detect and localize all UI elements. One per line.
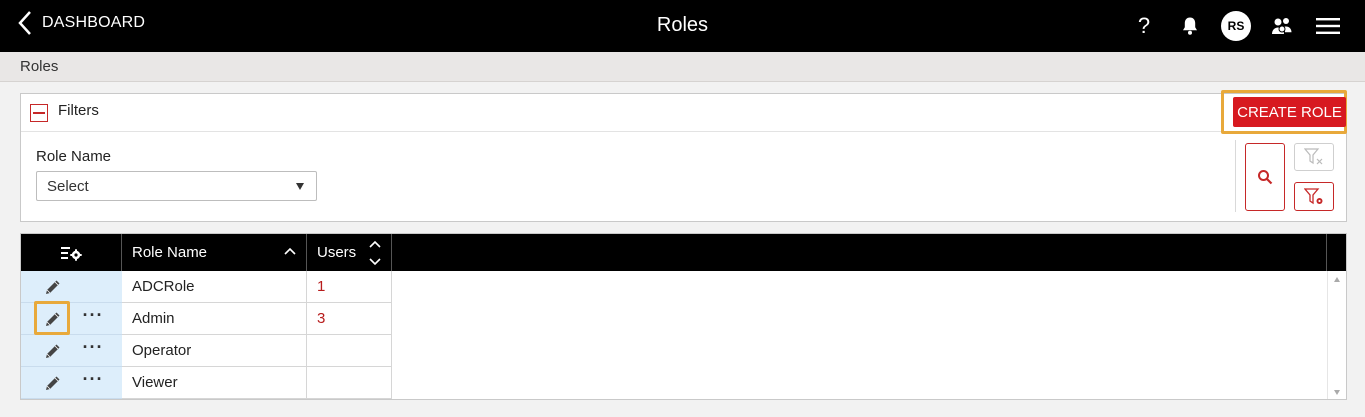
- hamburger-menu-icon: [1316, 18, 1340, 34]
- users-cell: 3: [307, 303, 392, 335]
- column-header-filler: [392, 234, 1327, 271]
- pencil-icon: [46, 312, 60, 326]
- role-name: ADCRole: [132, 278, 195, 295]
- search-button[interactable]: [1245, 143, 1285, 211]
- role-name: Operator: [132, 342, 192, 359]
- edit-button[interactable]: [42, 341, 64, 361]
- column-header-users[interactable]: Users: [307, 234, 392, 271]
- more-dots-icon[interactable]: ···: [81, 306, 105, 329]
- role-name-select-value: Select: [47, 178, 89, 195]
- edit-button[interactable]: [42, 373, 64, 393]
- scroll-up-icon[interactable]: [1334, 277, 1340, 282]
- users-count-link[interactable]: 1: [317, 278, 325, 295]
- help-icon: ?: [1137, 13, 1151, 38]
- column-settings-icon: [61, 247, 82, 261]
- user-groups-button[interactable]: [1259, 10, 1305, 42]
- scroll-down-icon[interactable]: [1334, 390, 1340, 395]
- role-name-cell: ADCRole: [122, 271, 307, 303]
- top-bar: DASHBOARD Roles ? RS: [0, 0, 1365, 52]
- edit-button[interactable]: [42, 309, 64, 329]
- table-row: ··· Operator: [21, 335, 392, 367]
- clear-filter-button[interactable]: [1294, 143, 1334, 171]
- avatar: RS: [1221, 11, 1251, 41]
- divider: [1235, 140, 1236, 212]
- users-count-link[interactable]: 3: [317, 310, 325, 327]
- breadcrumb-bar: Roles: [0, 52, 1365, 82]
- filter-clear-icon: [1304, 148, 1323, 165]
- pencil-icon: [46, 280, 60, 294]
- role-name-cell: Viewer: [122, 367, 307, 399]
- role-name-cell: Operator: [122, 335, 307, 367]
- more-dots-icon[interactable]: ···: [81, 370, 105, 393]
- table-row: ··· Admin 3: [21, 301, 392, 335]
- caret-down-icon: [296, 183, 304, 190]
- grid-header: Role Name Users: [21, 234, 1346, 271]
- role-name-filter-label: Role Name: [36, 148, 112, 165]
- filter-settings-button[interactable]: [1294, 182, 1334, 211]
- column-header-users-label: Users: [317, 244, 357, 261]
- chevron-left-icon: [18, 11, 31, 35]
- role-name: Viewer: [132, 374, 178, 391]
- sort-asc-icon: [284, 247, 296, 255]
- more-dots-icon[interactable]: ···: [81, 338, 105, 361]
- row-actions: ···: [21, 301, 122, 335]
- pencil-icon: [46, 376, 60, 390]
- column-settings-header[interactable]: [21, 234, 122, 271]
- create-role-button[interactable]: CREATE ROLE: [1233, 97, 1346, 127]
- search-icon: [1258, 170, 1273, 185]
- row-actions: ···: [21, 367, 122, 399]
- users-cell: [307, 367, 392, 399]
- column-header-role-name-label: Role Name: [132, 244, 208, 261]
- filters-panel: Filters CREATE ROLE Role Name Select: [20, 90, 1347, 222]
- page-title: Roles: [656, 14, 709, 36]
- table-row: ··· Viewer: [21, 367, 392, 399]
- users-cell: [307, 335, 392, 367]
- notifications-button[interactable]: [1167, 10, 1213, 42]
- back-to-dashboard-link[interactable]: DASHBOARD: [18, 10, 145, 36]
- edit-button[interactable]: [42, 277, 64, 297]
- user-group-icon: [1272, 18, 1292, 34]
- filters-label: Filters: [58, 102, 99, 119]
- pencil-icon: [46, 344, 60, 358]
- filter-settings-icon: [1304, 187, 1323, 204]
- breadcrumb[interactable]: Roles: [20, 58, 58, 75]
- sort-toggle-icon: [369, 240, 381, 266]
- roles-grid: Role Name Users ADCRole 1 ··· Admin 3 ··…: [20, 233, 1347, 400]
- column-header-role-name[interactable]: Role Name: [122, 234, 307, 271]
- users-cell: 1: [307, 271, 392, 303]
- row-actions: ···: [21, 335, 122, 367]
- filters-header: Filters: [21, 94, 1346, 132]
- back-label: DASHBOARD: [42, 14, 146, 31]
- grid-scrollbar[interactable]: [1327, 271, 1346, 399]
- role-name-cell: Admin: [122, 303, 307, 335]
- bell-icon: [1183, 17, 1197, 35]
- user-avatar-button[interactable]: RS: [1213, 10, 1259, 42]
- table-row: ADCRole 1: [21, 271, 392, 303]
- grid-body: ADCRole 1 ··· Admin 3 ··· Operator ··· V…: [21, 271, 1327, 399]
- row-actions: [21, 271, 122, 303]
- create-role-highlight: CREATE ROLE: [1221, 90, 1347, 134]
- role-name-select[interactable]: Select: [36, 171, 317, 201]
- collapse-icon[interactable]: [30, 104, 48, 122]
- help-button[interactable]: ?: [1121, 10, 1167, 42]
- role-name: Admin: [132, 310, 175, 327]
- main-menu-button[interactable]: [1305, 10, 1351, 42]
